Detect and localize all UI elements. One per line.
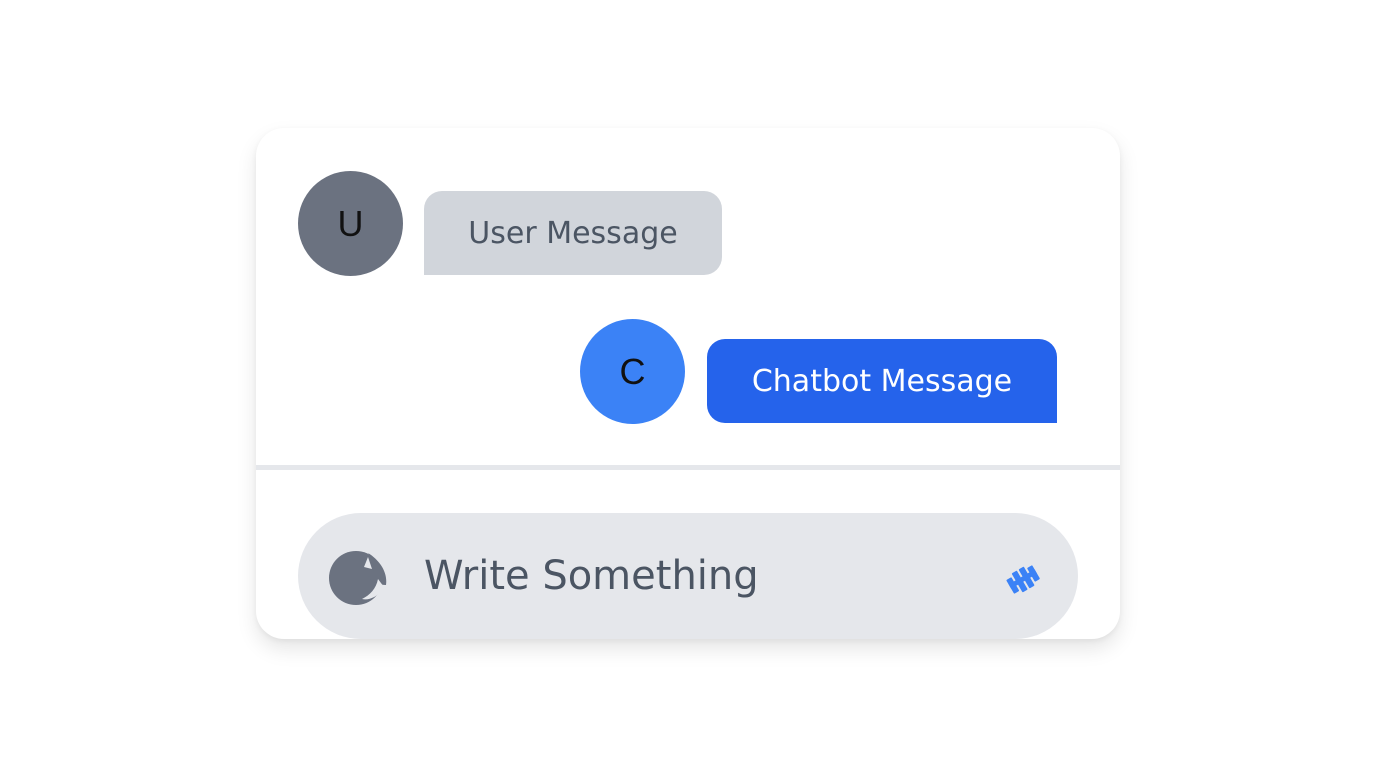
chatbot-avatar-initial: C (619, 350, 646, 392)
chatbot-message-text: Chatbot Message (751, 363, 1013, 399)
send-icon[interactable] (1004, 559, 1044, 599)
user-avatar: U (298, 171, 403, 276)
message-composer (298, 513, 1078, 639)
chatbot-message-bubble: Chatbot Message (707, 339, 1057, 423)
divider (256, 465, 1120, 470)
user-message-bubble: User Message (424, 191, 722, 275)
message-input[interactable] (424, 541, 984, 611)
chat-window: U User Message C Chatbot Message (256, 128, 1120, 639)
emoji-icon[interactable] (328, 545, 390, 607)
user-message-text: User Message (468, 215, 678, 251)
chatbot-avatar: C (580, 319, 685, 424)
user-avatar-initial: U (337, 202, 364, 244)
